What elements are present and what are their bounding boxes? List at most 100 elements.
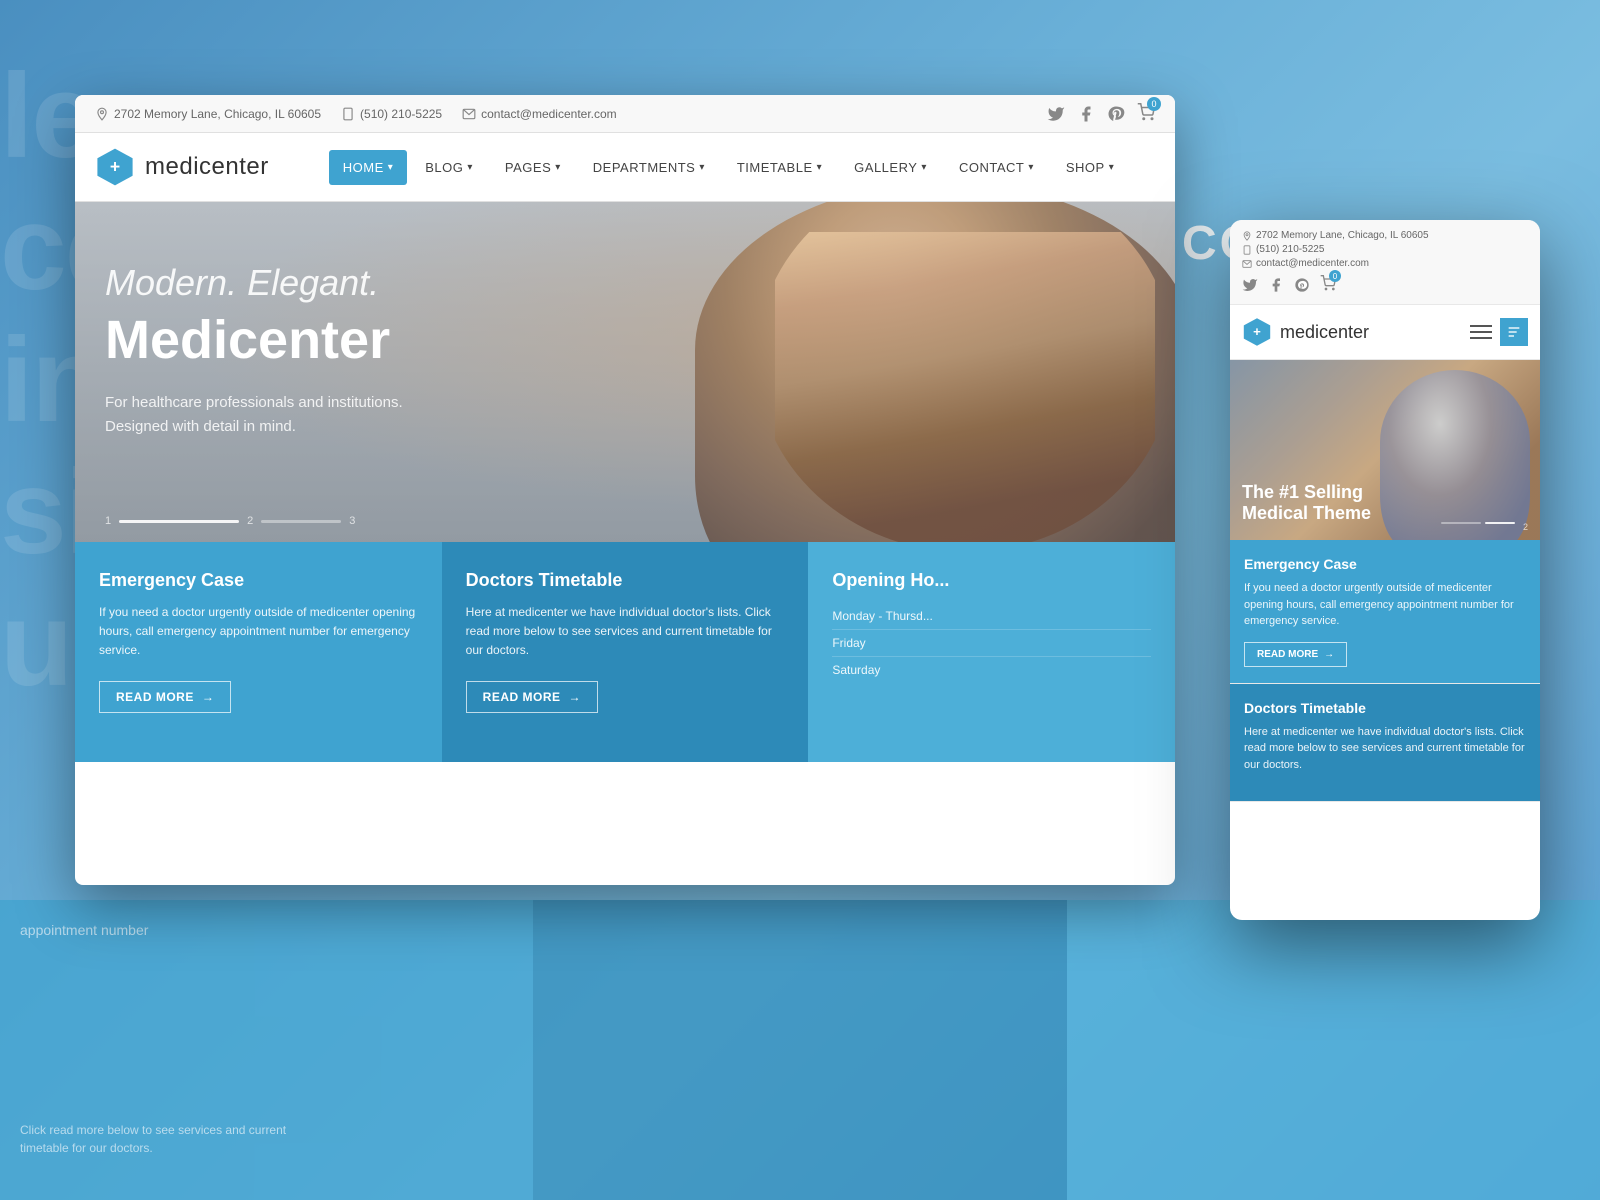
cards-section: Emergency Case If you need a doctor urge…: [75, 542, 1175, 762]
hero-person-area: [515, 202, 1175, 542]
mobile-logo-hex-icon: +: [1242, 317, 1272, 347]
indicator-bar-1[interactable]: [119, 520, 239, 523]
desktop-navbar: + medicenter HOME ▾ BLOG ▾ PAGES ▾ DEPAR…: [75, 133, 1175, 202]
mobile-cart-badge: 0: [1329, 270, 1341, 282]
facebook-icon[interactable]: [1077, 105, 1095, 123]
hamburger-menu-button[interactable]: [1470, 325, 1492, 339]
nav-item-pages[interactable]: PAGES ▾: [491, 150, 575, 185]
mobile-indicator-2[interactable]: [1485, 522, 1515, 524]
hero-subtitle: Modern. Elegant.: [105, 262, 403, 304]
email-item: contact@medicenter.com: [462, 107, 617, 121]
timetable-card-title: Doctors Timetable: [466, 570, 785, 591]
mobile-hero-title-line2: Medical Theme: [1242, 503, 1371, 525]
desktop-nav-menu: HOME ▾ BLOG ▾ PAGES ▾ DEPARTMENTS ▾ TIME…: [329, 150, 1129, 185]
cart-badge: 0: [1147, 97, 1161, 111]
nav-item-timetable[interactable]: TIMETABLE ▾: [723, 150, 836, 185]
hamburger-line-3: [1470, 337, 1492, 339]
indicator-3[interactable]: 3: [349, 515, 355, 527]
mobile-emergency-desc: If you need a doctor urgently outside of…: [1244, 580, 1526, 630]
twitter-icon[interactable]: [1047, 105, 1065, 123]
nav-arrow-timetable: ▾: [817, 162, 823, 173]
svg-text:+: +: [1253, 324, 1261, 339]
mobile-facebook-icon[interactable]: [1268, 277, 1284, 293]
opening-hours-rows: Monday - Thursd... Friday Saturday: [832, 603, 1151, 683]
nav-arrow-departments: ▾: [699, 162, 705, 173]
nav-item-contact[interactable]: CONTACT ▾: [945, 150, 1048, 185]
nav-arrow-home: ▾: [388, 162, 394, 173]
mobile-pinterest-icon[interactable]: [1294, 277, 1310, 293]
emergency-card-title: Emergency Case: [99, 570, 418, 591]
mobile-address-item: 2702 Memory Lane, Chicago, IL 60605: [1242, 230, 1528, 241]
address-text: 2702 Memory Lane, Chicago, IL 60605: [114, 107, 321, 121]
mobile-indicator-1[interactable]: [1441, 522, 1481, 524]
logo-text: medicenter: [145, 153, 269, 181]
opening-hours-title: Opening Ho...: [832, 570, 1151, 591]
nav-arrow-gallery: ▾: [921, 162, 927, 173]
opening-row-friday: Friday: [832, 630, 1151, 657]
mobile-timetable-desc: Here at medicenter we have individual do…: [1244, 724, 1526, 774]
mobile-hero-section: The #1 Selling Medical Theme 2: [1230, 360, 1540, 540]
mobile-hero-text: The #1 Selling Medical Theme: [1242, 482, 1371, 525]
nav-item-gallery[interactable]: GALLERY ▾: [840, 150, 941, 185]
mobile-indicator-num: 2: [1523, 522, 1528, 532]
mobile-timetable-card: Doctors Timetable Here at medicenter we …: [1230, 684, 1540, 803]
nav-arrow-contact: ▾: [1028, 162, 1034, 173]
mobile-phone-icon: [1242, 245, 1252, 255]
cart-icon-wrap[interactable]: 0: [1137, 103, 1155, 124]
mobile-email-item: contact@medicenter.com: [1242, 258, 1528, 269]
mobile-topbar: 2702 Memory Lane, Chicago, IL 60605 (510…: [1230, 220, 1540, 305]
mobile-cart-wrap[interactable]: 0: [1320, 275, 1336, 294]
emergency-card: Emergency Case If you need a doctor urge…: [75, 542, 442, 762]
hero-title: Medicenter: [105, 309, 403, 371]
mobile-twitter-icon[interactable]: [1242, 277, 1258, 293]
mobile-slide-indicators: 2: [1441, 522, 1528, 532]
mobile-browser: 2702 Memory Lane, Chicago, IL 60605 (510…: [1230, 220, 1540, 920]
opening-row-saturday: Saturday: [832, 657, 1151, 683]
indicator-bar-2[interactable]: [261, 520, 341, 523]
mobile-logo-text: medicenter: [1280, 322, 1369, 343]
background-bottom-cards: appointment number Click read more below…: [0, 900, 1600, 1200]
mobile-phone-item: (510) 210-5225: [1242, 244, 1528, 255]
mobile-address-text: 2702 Memory Lane, Chicago, IL 60605: [1256, 230, 1429, 241]
mobile-navbar: + medicenter: [1230, 305, 1540, 360]
emergency-card-desc: If you need a doctor urgently outside of…: [99, 603, 418, 661]
desktop-logo[interactable]: + medicenter: [95, 147, 269, 187]
hamburger-line-1: [1470, 325, 1492, 327]
mobile-arrow-icon: →: [1324, 649, 1334, 660]
timetable-read-more-button[interactable]: READ MORE →: [466, 681, 598, 713]
hero-desc-line1: For healthcare professionals and institu…: [105, 391, 403, 415]
mobile-location-icon: [1242, 231, 1252, 241]
hero-desc-line2: Designed with detail in mind.: [105, 415, 403, 439]
nav-item-home[interactable]: HOME ▾: [329, 150, 408, 185]
hero-content: Modern. Elegant. Medicenter For healthca…: [105, 262, 403, 439]
emergency-read-more-button[interactable]: READ MORE →: [99, 681, 231, 713]
hero-description: For healthcare professionals and institu…: [105, 391, 403, 439]
timetable-card: Doctors Timetable Here at medicenter we …: [442, 542, 809, 762]
mobile-logo[interactable]: + medicenter: [1242, 317, 1369, 347]
filter-icon: [1506, 324, 1522, 340]
mobile-emergency-card: Emergency Case If you need a doctor urge…: [1230, 540, 1540, 684]
nav-item-shop[interactable]: SHOP ▾: [1052, 150, 1128, 185]
nav-arrow-pages: ▾: [555, 162, 561, 173]
desktop-browser: 2702 Memory Lane, Chicago, IL 60605 (510…: [75, 95, 1175, 885]
mobile-timetable-title: Doctors Timetable: [1244, 700, 1526, 716]
pinterest-icon[interactable]: [1107, 105, 1125, 123]
nav-item-departments[interactable]: DEPARTMENTS ▾: [579, 150, 719, 185]
desktop-topbar: 2702 Memory Lane, Chicago, IL 60605 (510…: [75, 95, 1175, 133]
indicator-2[interactable]: 2: [247, 515, 253, 527]
mobile-filter-button[interactable]: [1500, 318, 1528, 346]
opening-row-monday: Monday - Thursd...: [832, 603, 1151, 630]
mobile-phone-text: (510) 210-5225: [1256, 244, 1324, 255]
social-icons-group: 0: [1047, 103, 1155, 124]
phone-item: (510) 210-5225: [341, 107, 442, 121]
hero-indicators: 1 2 3: [105, 515, 355, 527]
logo-hex-icon: +: [95, 147, 135, 187]
opening-hours-card: Opening Ho... Monday - Thursd... Friday …: [808, 542, 1175, 762]
mobile-hero-title-line1: The #1 Selling: [1242, 482, 1371, 504]
svg-text:+: +: [110, 157, 120, 177]
address-item: 2702 Memory Lane, Chicago, IL 60605: [95, 107, 321, 121]
mobile-emergency-read-more-button[interactable]: READ MORE →: [1244, 642, 1347, 667]
indicator-1[interactable]: 1: [105, 515, 111, 527]
mobile-emergency-title: Emergency Case: [1244, 556, 1526, 572]
nav-item-blog[interactable]: BLOG ▾: [411, 150, 487, 185]
